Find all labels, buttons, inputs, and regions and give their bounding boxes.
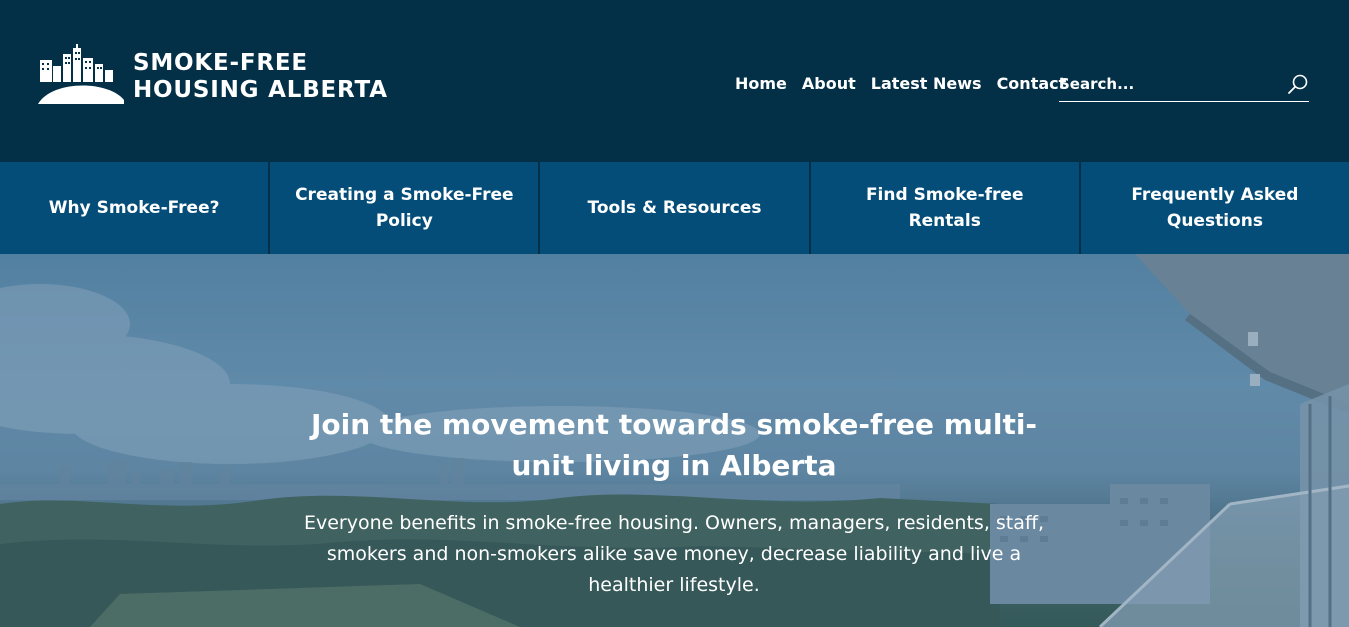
city-skyline-logo-icon: [38, 44, 124, 104]
hero-banner: Join the movement towards smoke-free mul…: [0, 254, 1349, 627]
main-nav: Home About Latest News Contact: [735, 72, 1066, 98]
nav-contact[interactable]: Contact: [997, 72, 1067, 98]
nav-latest-news[interactable]: Latest News: [871, 72, 982, 98]
site-header: SMOKE-FREE HOUSING ALBERTA Home About La…: [0, 0, 1349, 162]
section-nav-why-smoke-free[interactable]: Why Smoke-Free?: [0, 162, 271, 254]
site-logo[interactable]: SMOKE-FREE HOUSING ALBERTA: [38, 44, 408, 106]
nav-about[interactable]: About: [802, 72, 856, 98]
hero-title: Join the movement towards smoke-free mul…: [310, 408, 1038, 482]
logo-line-2: HOUSING ALBERTA: [133, 77, 388, 103]
nav-home[interactable]: Home: [735, 72, 787, 98]
logo-line-1: SMOKE-FREE: [133, 50, 308, 76]
section-nav-find-rentals[interactable]: Find Smoke-free Rentals: [811, 162, 1081, 254]
logo-wordmark: SMOKE-FREE HOUSING ALBERTA: [133, 50, 388, 104]
section-nav-faq[interactable]: Frequently Asked Questions: [1081, 162, 1349, 254]
search-icon[interactable]: [1287, 73, 1309, 95]
search-input[interactable]: [1059, 70, 1279, 98]
hero-subtitle: Everyone benefits in smoke-free housing.…: [303, 512, 1045, 596]
section-nav-creating-policy[interactable]: Creating a Smoke-Free Policy: [270, 162, 541, 254]
section-nav: Why Smoke-Free? Creating a Smoke-Free Po…: [0, 162, 1349, 254]
section-nav-tools-resources[interactable]: Tools & Resources: [540, 162, 811, 254]
search-box: [1059, 70, 1309, 102]
